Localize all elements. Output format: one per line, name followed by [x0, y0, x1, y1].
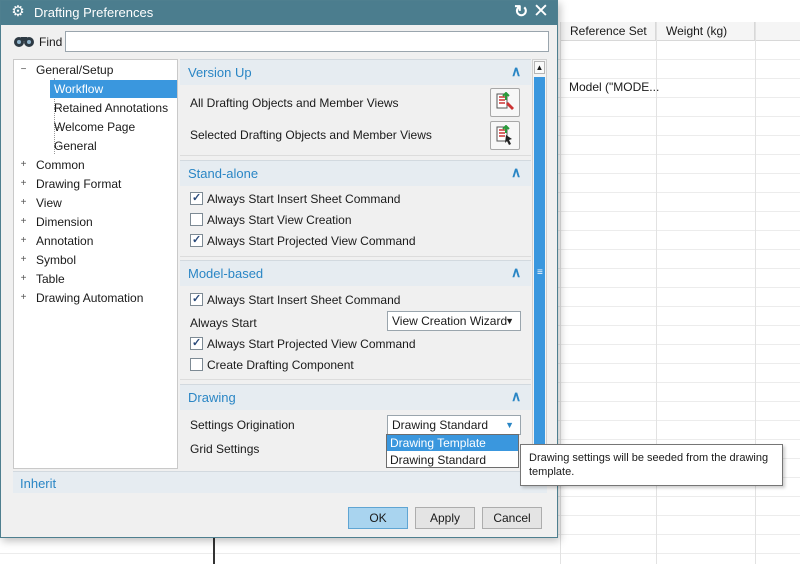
- close-icon[interactable]: ✕: [533, 1, 549, 23]
- tree-item-common[interactable]: Common: [36, 156, 85, 174]
- settings-origination-select[interactable]: Drawing Standard ▼: [387, 415, 521, 435]
- section-model-based: Model-based ∧ Always Start Insert Sheet …: [180, 260, 531, 380]
- expand-toggle-icon[interactable]: +: [19, 160, 28, 170]
- scrollbar-thumb[interactable]: ≡: [534, 77, 545, 468]
- version-up-all-icon: [496, 92, 514, 110]
- expand-toggle-icon[interactable]: +: [19, 217, 28, 227]
- always-start-label: Always Start: [190, 316, 257, 330]
- expand-toggle-icon[interactable]: +: [19, 236, 28, 246]
- tree-item-retained-annotations[interactable]: Retained Annotations: [54, 99, 168, 117]
- section-title: Drawing: [188, 390, 236, 405]
- preferences-panel: Version Up ∧ All Drafting Objects and Me…: [180, 59, 531, 469]
- inherit-section[interactable]: Inherit: [13, 471, 547, 493]
- dropdown-option-drawing-template[interactable]: Drawing Template: [387, 435, 518, 451]
- version-up-all-button[interactable]: [490, 88, 520, 117]
- collapse-chevron-icon[interactable]: ∧: [511, 63, 521, 80]
- standalone-insert-sheet-label: Always Start Insert Sheet Command: [207, 192, 401, 206]
- dropdown-arrow-icon: ▼: [505, 316, 514, 326]
- section-header-version-up[interactable]: Version Up ∧: [180, 59, 531, 85]
- section-version-up: Version Up ∧ All Drafting Objects and Me…: [180, 59, 531, 156]
- panel-scrollbar[interactable]: ▲ ≡: [532, 59, 547, 469]
- dialog-title: Drafting Preferences: [34, 5, 154, 20]
- find-label: Find: [39, 35, 63, 49]
- settings-origination-label: Settings Origination: [190, 418, 295, 432]
- apply-button[interactable]: Apply: [415, 507, 475, 529]
- dropdown-option-drawing-standard[interactable]: Drawing Standard: [387, 452, 518, 468]
- tree-item-table[interactable]: Table: [36, 270, 65, 288]
- background-table-header: Reference Set Weight (kg): [560, 22, 800, 41]
- cancel-button[interactable]: Cancel: [482, 507, 542, 529]
- standalone-projected-view-checkbox[interactable]: [190, 233, 203, 247]
- tooltip: Drawing settings will be seeded from the…: [520, 444, 783, 486]
- collapse-chevron-icon[interactable]: ∧: [511, 388, 521, 405]
- tree-item-welcome-page[interactable]: Welcome Page: [54, 118, 135, 136]
- collapse-toggle-icon[interactable]: −: [19, 65, 28, 75]
- background-axis-line: [213, 538, 215, 564]
- model-insert-sheet-label: Always Start Insert Sheet Command: [207, 293, 401, 307]
- model-projected-view-label: Always Start Projected View Command: [207, 337, 416, 351]
- version-up-all-label: All Drafting Objects and Member Views: [190, 96, 399, 110]
- ok-button[interactable]: OK: [348, 507, 408, 529]
- standalone-insert-sheet-checkbox[interactable]: [190, 191, 203, 205]
- scroll-up-arrow-icon[interactable]: ▲: [534, 61, 545, 74]
- reset-icon[interactable]: ↻: [514, 2, 528, 22]
- expand-toggle-icon[interactable]: +: [19, 293, 28, 303]
- column-header-weight[interactable]: Weight (kg): [656, 22, 755, 41]
- tree-item-drawing-format[interactable]: Drawing Format: [36, 175, 121, 193]
- model-insert-sheet-checkbox[interactable]: [190, 292, 203, 306]
- section-header-stand-alone[interactable]: Stand-alone ∧: [180, 160, 531, 186]
- settings-origination-dropdown-list: Drawing Template Drawing Standard: [386, 434, 519, 468]
- expand-toggle-icon[interactable]: +: [19, 198, 28, 208]
- create-drafting-component-checkbox[interactable]: [190, 358, 203, 371]
- tree-item-view[interactable]: View: [36, 194, 62, 212]
- tree-item-annotation[interactable]: Annotation: [36, 232, 93, 250]
- tree-item-drawing-automation[interactable]: Drawing Automation: [36, 289, 143, 307]
- version-up-selected-button[interactable]: [490, 121, 520, 150]
- section-title: Model-based: [188, 266, 264, 281]
- model-projected-view-checkbox[interactable]: [190, 336, 203, 350]
- tree-item-general-setup[interactable]: General/Setup: [36, 61, 113, 79]
- category-tree: − General/Setup Workflow Retained Annota…: [13, 59, 178, 469]
- grip-icon: ≡: [537, 267, 543, 278]
- expand-toggle-icon[interactable]: +: [19, 255, 28, 265]
- collapse-chevron-icon[interactable]: ∧: [511, 264, 521, 281]
- standalone-projected-view-label: Always Start Projected View Command: [207, 234, 416, 248]
- gear-icon: ⚙: [11, 3, 25, 20]
- section-title: Version Up: [188, 65, 252, 80]
- section-stand-alone: Stand-alone ∧ Always Start Insert Sheet …: [180, 160, 531, 257]
- inherit-label: Inherit: [20, 476, 57, 491]
- expand-toggle-icon[interactable]: +: [19, 179, 28, 189]
- binoculars-icon: [14, 37, 34, 47]
- always-start-select[interactable]: View Creation Wizard ▼: [387, 311, 521, 331]
- section-header-drawing[interactable]: Drawing ∧: [180, 384, 531, 410]
- settings-origination-value: Drawing Standard: [392, 418, 489, 432]
- section-title: Stand-alone: [188, 166, 259, 181]
- section-header-model-based[interactable]: Model-based ∧: [180, 260, 531, 286]
- version-up-selected-label: Selected Drafting Objects and Member Vie…: [190, 128, 432, 142]
- reference-set-cell[interactable]: Model ("MODE...: [569, 80, 659, 94]
- standalone-view-creation-checkbox[interactable]: [190, 213, 203, 226]
- tree-item-general[interactable]: General: [54, 137, 97, 155]
- version-up-selected-icon: [496, 125, 512, 145]
- tree-item-workflow[interactable]: Workflow: [50, 80, 177, 98]
- create-drafting-component-label: Create Drafting Component: [207, 358, 354, 372]
- always-start-value: View Creation Wizard: [392, 314, 508, 328]
- collapse-chevron-icon[interactable]: ∧: [511, 164, 521, 181]
- find-row: Find: [9, 31, 551, 53]
- dialog-titlebar[interactable]: ⚙ Drafting Preferences ↻ ✕: [1, 1, 557, 25]
- find-input[interactable]: [65, 31, 549, 52]
- grid-settings-label: Grid Settings: [190, 442, 260, 456]
- tree-item-symbol[interactable]: Symbol: [36, 251, 76, 269]
- tree-item-dimension[interactable]: Dimension: [36, 213, 93, 231]
- column-header-reference-set[interactable]: Reference Set: [560, 22, 656, 41]
- expand-toggle-icon[interactable]: +: [19, 274, 28, 284]
- standalone-view-creation-label: Always Start View Creation: [207, 213, 352, 227]
- dropdown-arrow-icon: ▼: [505, 420, 514, 430]
